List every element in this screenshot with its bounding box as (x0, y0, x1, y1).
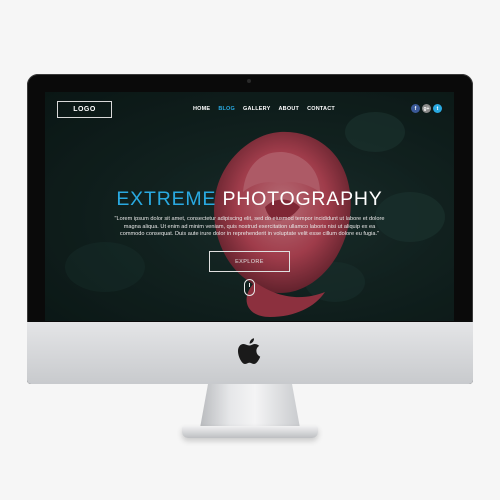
hero-title-accent: EXTREME (116, 188, 217, 210)
twitter-icon[interactable]: t (433, 104, 442, 113)
apple-logo-icon (238, 338, 261, 364)
explore-button[interactable]: EXPLORE (209, 251, 290, 272)
google-plus-icon[interactable]: g+ (422, 104, 431, 113)
main-nav: HOME BLOG GALLERY ABOUT CONTACT (193, 106, 335, 112)
monitor-base (182, 426, 318, 438)
monitor-stand (200, 384, 300, 428)
hero-tagline: "Lorem ipsum dolor sit amet, consectetur… (114, 216, 385, 238)
scroll-wheel (249, 283, 250, 287)
nav-home[interactable]: HOME (193, 106, 210, 112)
social-links: f g+ t (411, 104, 442, 113)
hero-title-main: PHOTOGRAPHY (222, 188, 383, 210)
nav-about[interactable]: ABOUT (279, 106, 300, 112)
monitor-chin (27, 322, 473, 384)
website-screen: LOGO HOME BLOG GALLERY ABOUT CONTACT f g… (45, 92, 454, 321)
site-logo[interactable]: LOGO (57, 101, 112, 118)
camera-icon (247, 79, 251, 83)
nav-gallery[interactable]: GALLERY (243, 106, 270, 112)
nav-contact[interactable]: CONTACT (307, 106, 335, 112)
facebook-icon[interactable]: f (411, 104, 420, 113)
hero-title: EXTREME PHOTOGRAPHY (45, 188, 454, 211)
nav-blog[interactable]: BLOG (218, 106, 235, 112)
scroll-down-icon[interactable] (244, 279, 255, 296)
